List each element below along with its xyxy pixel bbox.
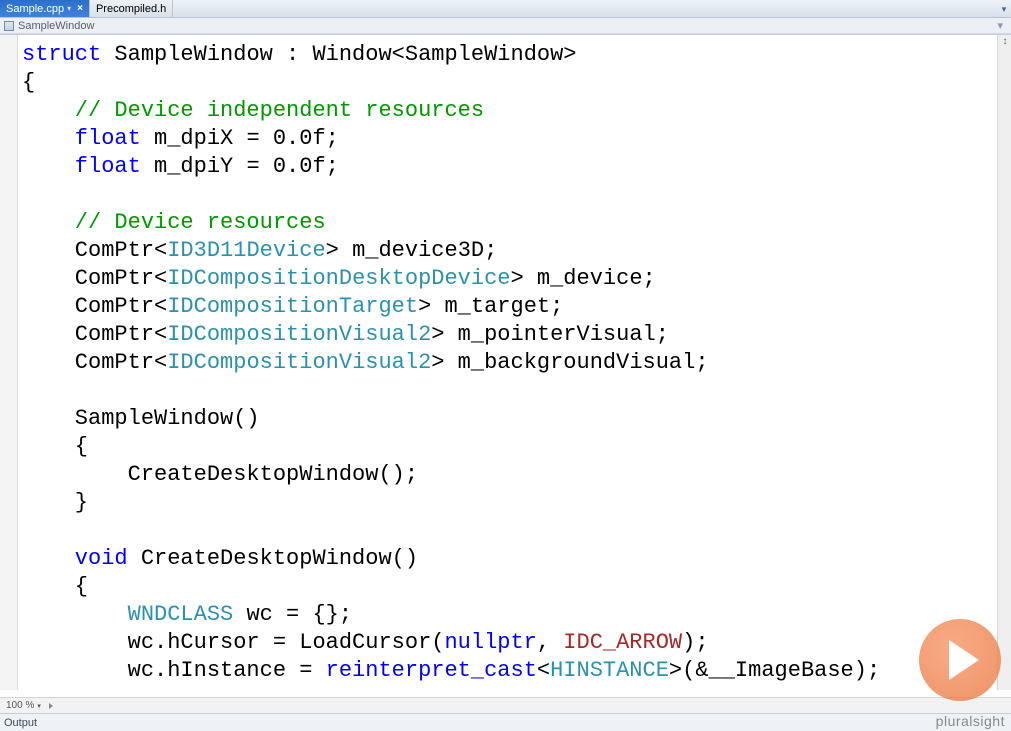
code-editor: struct SampleWindow : Window<SampleWindo… <box>0 34 1011 690</box>
editor-gutter <box>0 35 18 690</box>
chevron-down-icon[interactable]: ▾ <box>37 702 41 710</box>
chevron-down-icon: ▾ <box>67 4 71 13</box>
code-content[interactable]: struct SampleWindow : Window<SampleWindo… <box>18 35 997 690</box>
play-icon[interactable] <box>919 619 1001 701</box>
chevron-down-icon[interactable]: ▾ <box>997 19 1003 32</box>
tab-sample-cpp[interactable]: Sample.cpp ▾ × <box>0 0 90 17</box>
navigation-breadcrumb: SampleWindow ▾ <box>0 18 1011 34</box>
output-panel-header[interactable]: Output <box>0 713 1011 731</box>
editor-status-bar: 100 % ▾ <box>0 697 1011 713</box>
horizontal-scroll-arrow-icon[interactable] <box>49 703 55 709</box>
split-icon[interactable]: ↕ <box>1000 37 1010 47</box>
struct-icon <box>4 21 14 31</box>
breadcrumb-item[interactable]: SampleWindow <box>18 20 94 32</box>
output-label: Output <box>4 717 37 729</box>
tab-overflow-dropdown[interactable]: ▾ <box>997 0 1011 18</box>
zoom-level[interactable]: 100 % <box>6 700 34 711</box>
tab-label: Precompiled.h <box>96 3 166 15</box>
document-tab-bar: Sample.cpp ▾ × Precompiled.h ▾ <box>0 0 1011 18</box>
tab-precompiled-h[interactable]: Precompiled.h <box>90 0 173 17</box>
close-icon[interactable]: × <box>77 3 83 14</box>
vertical-scrollbar[interactable]: ↕ <box>997 35 1011 690</box>
tab-label: Sample.cpp <box>6 3 64 15</box>
brand-logo: pluralsight <box>936 713 1005 729</box>
